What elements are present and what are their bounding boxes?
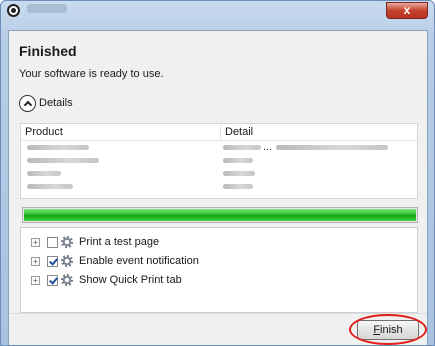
option-label: Show Quick Print tab [79, 274, 182, 286]
table-row [21, 154, 417, 167]
column-header-detail[interactable]: Detail [221, 124, 417, 140]
table-row [21, 167, 417, 180]
option-label: Print a test page [79, 236, 160, 248]
detail-ellipsis: ... [263, 141, 273, 153]
finish-label: inish [380, 324, 403, 336]
close-button[interactable]: x [386, 2, 428, 19]
detail-redacted [276, 145, 389, 150]
chevron-up-icon [19, 94, 36, 112]
table-header: Product Detail [21, 124, 417, 141]
product-name-redacted [27, 145, 89, 150]
product-table: Product Detail ... [20, 123, 418, 199]
gear-icon [61, 274, 73, 286]
title-bar[interactable]: x [1, 1, 434, 19]
progress-fill [24, 209, 416, 221]
product-name-redacted [27, 158, 99, 163]
gear-icon [61, 236, 73, 248]
gear-icon [61, 255, 73, 267]
footer-divider [9, 313, 427, 314]
installer-window: x Finished Your software is ready to use… [0, 0, 435, 346]
window-title-redacted [27, 4, 67, 13]
app-icon [7, 4, 20, 17]
detail-redacted [223, 145, 261, 150]
detail-redacted [223, 158, 253, 163]
wizard-page: Finished Your software is ready to use. … [8, 30, 428, 345]
option-label: Enable event notification [79, 255, 199, 267]
product-name-redacted [27, 184, 73, 189]
options-tree: + Print a test page + Enable event notif… [20, 227, 418, 313]
table-row [21, 180, 417, 193]
details-label: Details [39, 97, 73, 109]
table-row: ... [21, 141, 417, 154]
expand-icon[interactable]: + [31, 237, 40, 247]
expand-icon[interactable]: + [31, 275, 40, 285]
expand-icon[interactable]: + [31, 256, 40, 266]
details-toggle[interactable]: Details [19, 94, 73, 112]
show-quick-print-tab-checkbox[interactable] [47, 274, 58, 286]
option-print-test-page[interactable]: + Print a test page [31, 234, 159, 250]
finish-button[interactable]: Finish [357, 320, 419, 340]
page-title: Finished [19, 43, 77, 59]
product-name-redacted [27, 171, 61, 176]
progress-bar [22, 207, 418, 223]
detail-redacted [223, 171, 255, 176]
page-subtitle: Your software is ready to use. [19, 68, 164, 80]
column-header-product[interactable]: Product [21, 124, 221, 140]
option-enable-event-notification[interactable]: + Enable event notification [31, 253, 199, 269]
print-test-page-checkbox[interactable] [47, 236, 58, 248]
enable-event-notification-checkbox[interactable] [47, 255, 58, 267]
detail-redacted [223, 184, 253, 189]
option-show-quick-print-tab[interactable]: + Show Quick Print tab [31, 272, 182, 288]
